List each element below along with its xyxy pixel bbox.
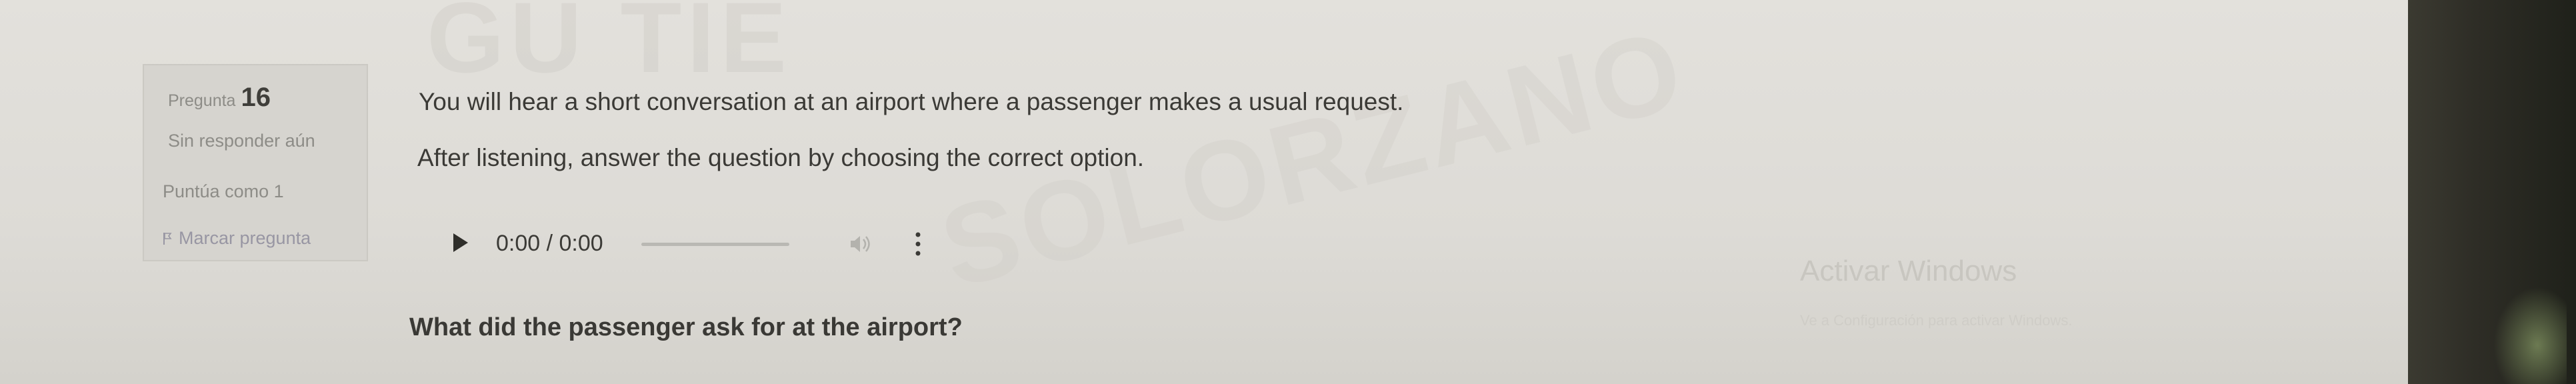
question-info-panel: Pregunta 16 Sin responder aún Puntúa como… xyxy=(143,64,368,261)
answer-status: Sin responder aún xyxy=(168,131,315,151)
volume-icon[interactable] xyxy=(847,231,873,257)
windows-activation-subtitle: Ve a Configuración para activar Windows. xyxy=(1800,312,2073,329)
question-number-line: Pregunta 16 xyxy=(168,83,271,113)
play-icon[interactable] xyxy=(453,233,468,252)
more-options-icon[interactable] xyxy=(915,229,921,259)
instruction-text-2: After listening, answer the question by … xyxy=(417,144,1145,171)
question-points: Puntúa como 1 xyxy=(163,181,284,201)
instruction-text-1: You will hear a short conversation at an… xyxy=(419,88,1404,115)
flag-question-link[interactable]: Marcar pregunta xyxy=(163,228,311,249)
question-label: Pregunta xyxy=(168,91,236,110)
question-number: 16 xyxy=(241,83,271,112)
flag-question-label: Marcar pregunta xyxy=(179,228,311,248)
audio-progress-slider[interactable] xyxy=(641,243,789,246)
windows-activation-title: Activar Windows xyxy=(1800,255,2017,287)
browser-viewport: GU TIE SOLORZANO Pregunta 16 Sin responde… xyxy=(0,0,2413,384)
question-prompt: What did the passenger ask for at the ai… xyxy=(409,313,963,341)
audio-time: 0:00 / 0:00 xyxy=(496,231,603,256)
flag-icon xyxy=(163,233,172,245)
bezel-reflection xyxy=(2493,287,2567,384)
audio-player: 0:00 / 0:00 xyxy=(453,224,1053,264)
